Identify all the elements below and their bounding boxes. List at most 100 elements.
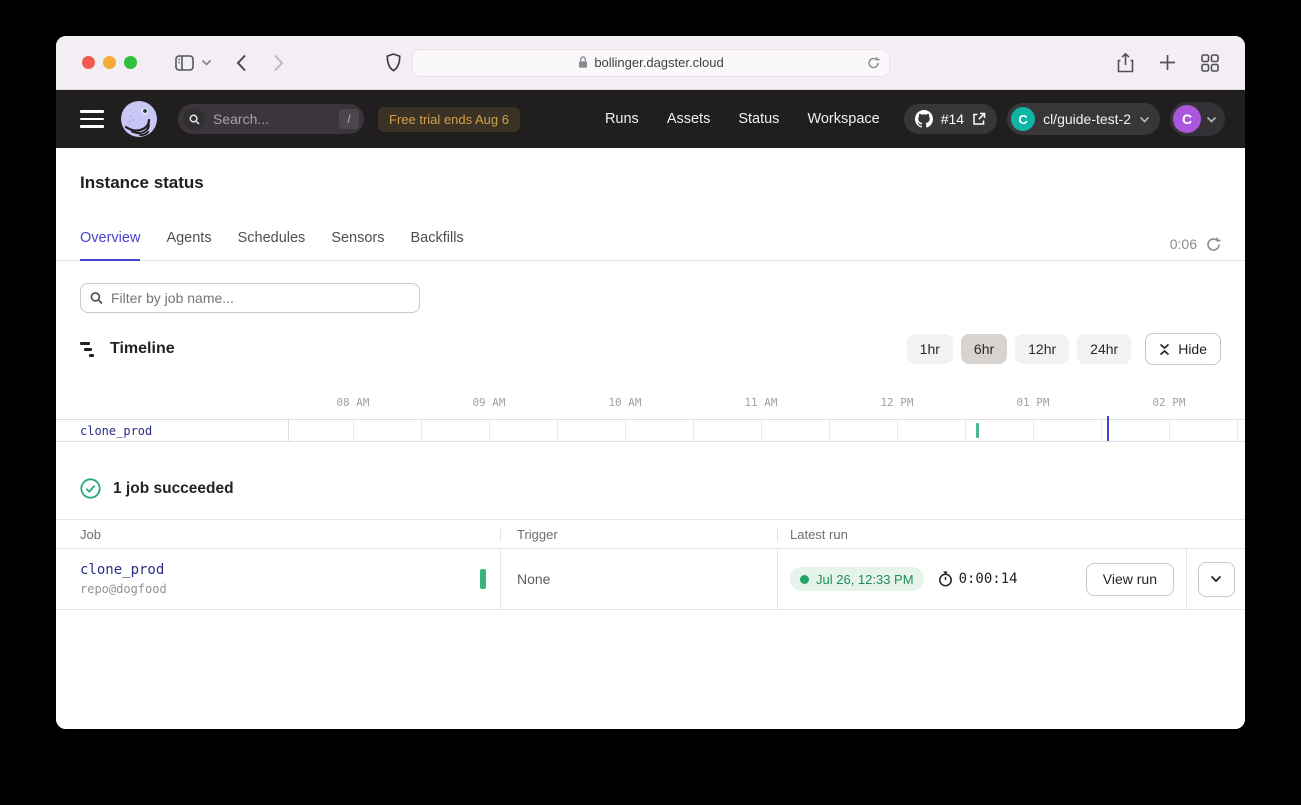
chevron-down-icon <box>1210 575 1222 583</box>
timeline-gridline <box>965 420 966 441</box>
view-run-button[interactable]: View run <box>1086 563 1174 596</box>
tab-sensors[interactable]: Sensors <box>331 230 384 261</box>
github-icon <box>915 110 933 128</box>
job-repo-label: repo@dogfood <box>80 582 167 596</box>
tab-agents[interactable]: Agents <box>166 230 211 261</box>
job-filter-input[interactable] <box>80 283 420 313</box>
row-actions-button[interactable] <box>1198 562 1235 597</box>
timeline-gridline <box>557 420 558 441</box>
reload-icon[interactable] <box>867 56 880 69</box>
check-circle-icon <box>80 478 101 499</box>
timeline-gridline <box>1033 420 1034 441</box>
axis-tick: 12 PM <box>880 396 913 409</box>
timeline-gridline <box>625 420 626 441</box>
range-button-12hr[interactable]: 12hr <box>1015 334 1069 364</box>
tab-backfills[interactable]: Backfills <box>411 230 464 261</box>
tab-bar: Overview Agents Schedules Sensors Backfi… <box>56 230 1245 261</box>
address-bar[interactable]: bollinger.dagster.cloud <box>412 49 890 77</box>
close-window-button[interactable] <box>82 56 95 69</box>
timeline-lane: clone_prod <box>56 419 1245 442</box>
timeline-now-line <box>1107 416 1109 441</box>
dagster-logo[interactable] <box>120 100 158 138</box>
collapse-icon <box>1159 343 1170 356</box>
range-button-6hr[interactable]: 6hr <box>961 334 1007 364</box>
range-button-1hr[interactable]: 1hr <box>907 334 953 364</box>
github-version-pill[interactable]: #14 <box>904 104 997 134</box>
column-header-job: Job <box>56 527 500 542</box>
timeline-header: Timeline 1hr 6hr 12hr 24hr Hide <box>80 333 1221 365</box>
share-icon[interactable] <box>1117 53 1134 73</box>
column-header-latest-run: Latest run <box>777 527 1186 542</box>
back-icon[interactable] <box>236 54 247 72</box>
timeline-icon <box>80 342 98 357</box>
deployment-avatar: C <box>1011 107 1035 131</box>
timeline-gridline <box>489 420 490 441</box>
timeline-gridline <box>897 420 898 441</box>
tab-schedules[interactable]: Schedules <box>238 230 306 261</box>
page-title: Instance status <box>56 148 1245 193</box>
menu-icon[interactable] <box>80 110 104 128</box>
browser-toolbar: bollinger.dagster.cloud <box>56 36 1245 90</box>
latest-run-badge[interactable]: Jul 26, 12:33 PM <box>790 567 924 591</box>
timeline-gridline <box>421 420 422 441</box>
range-button-24hr[interactable]: 24hr <box>1077 334 1131 364</box>
minimize-window-button[interactable] <box>103 56 116 69</box>
tab-overview[interactable]: Overview <box>80 230 140 261</box>
nav-item-workspace[interactable]: Workspace <box>807 111 879 127</box>
primary-nav: Runs Assets Status Workspace <box>605 111 880 127</box>
user-avatar: C <box>1173 105 1201 133</box>
axis-tick: 11 AM <box>744 396 777 409</box>
axis-tick: 08 AM <box>336 396 369 409</box>
zoom-window-button[interactable] <box>124 56 137 69</box>
timeline-gridline <box>1169 420 1170 441</box>
hide-timeline-button[interactable]: Hide <box>1145 333 1221 365</box>
run-status-dot <box>800 575 809 584</box>
timeline-gridline <box>693 420 694 441</box>
filter-field-wrap <box>56 261 444 313</box>
refresh-icon[interactable] <box>1206 237 1221 252</box>
timeline-gridline <box>761 420 762 441</box>
user-menu[interactable]: C <box>1170 102 1225 136</box>
traffic-lights <box>82 56 137 69</box>
nav-item-runs[interactable]: Runs <box>605 111 639 127</box>
axis-tick: 09 AM <box>472 396 505 409</box>
chevron-down-icon <box>1139 116 1150 123</box>
timeline-lane-label[interactable]: clone_prod <box>56 420 289 441</box>
sidebar-chevron-down-icon[interactable] <box>201 59 212 66</box>
tab-overview-icon[interactable] <box>1201 53 1219 73</box>
github-version-label: #14 <box>941 111 964 127</box>
nav-item-assets[interactable]: Assets <box>667 111 711 127</box>
chevron-down-icon <box>1206 116 1217 123</box>
deployment-switcher[interactable]: C cl/guide-test-2 <box>1007 103 1160 135</box>
external-link-icon <box>972 112 986 126</box>
search-input[interactable]: Search... / <box>178 104 364 134</box>
lock-icon <box>578 56 588 69</box>
jobs-table: Job Trigger Latest run clone_prod repo@d… <box>56 519 1245 610</box>
search-placeholder: Search... <box>213 111 269 127</box>
shield-icon[interactable] <box>386 53 401 72</box>
browser-window: bollinger.dagster.cloud <box>56 36 1245 729</box>
table-header-row: Job Trigger Latest run <box>56 520 1245 549</box>
timeline-gridline <box>1237 420 1238 441</box>
run-duration: 0:00:14 <box>959 571 1018 587</box>
sidebar-toggle-icon[interactable] <box>175 55 194 71</box>
refresh-countdown: 0:06 <box>1170 236 1197 252</box>
timeline-run-tick[interactable] <box>976 423 979 438</box>
trigger-value: None <box>517 571 550 587</box>
axis-tick: 02 PM <box>1152 396 1185 409</box>
job-link[interactable]: clone_prod <box>80 562 164 578</box>
axis-tick: 01 PM <box>1016 396 1049 409</box>
search-shortcut-key: / <box>339 109 359 129</box>
axis-tick: 10 AM <box>608 396 641 409</box>
timeline-title: Timeline <box>110 340 175 358</box>
job-run-sparkline[interactable] <box>480 569 486 589</box>
url-text: bollinger.dagster.cloud <box>594 55 723 70</box>
new-tab-icon[interactable] <box>1159 53 1176 73</box>
table-row: clone_prod repo@dogfood None Jul 26, 12:… <box>56 549 1245 610</box>
summary-text: 1 job succeeded <box>113 480 234 498</box>
timeline-axis: 08 AM 09 AM 10 AM 11 AM 12 PM 01 PM 02 P… <box>56 365 1245 419</box>
nav-item-status[interactable]: Status <box>738 111 779 127</box>
trial-badge: Free trial ends Aug 6 <box>378 107 520 132</box>
latest-run-time: Jul 26, 12:33 PM <box>816 572 914 587</box>
forward-icon[interactable] <box>273 54 284 72</box>
